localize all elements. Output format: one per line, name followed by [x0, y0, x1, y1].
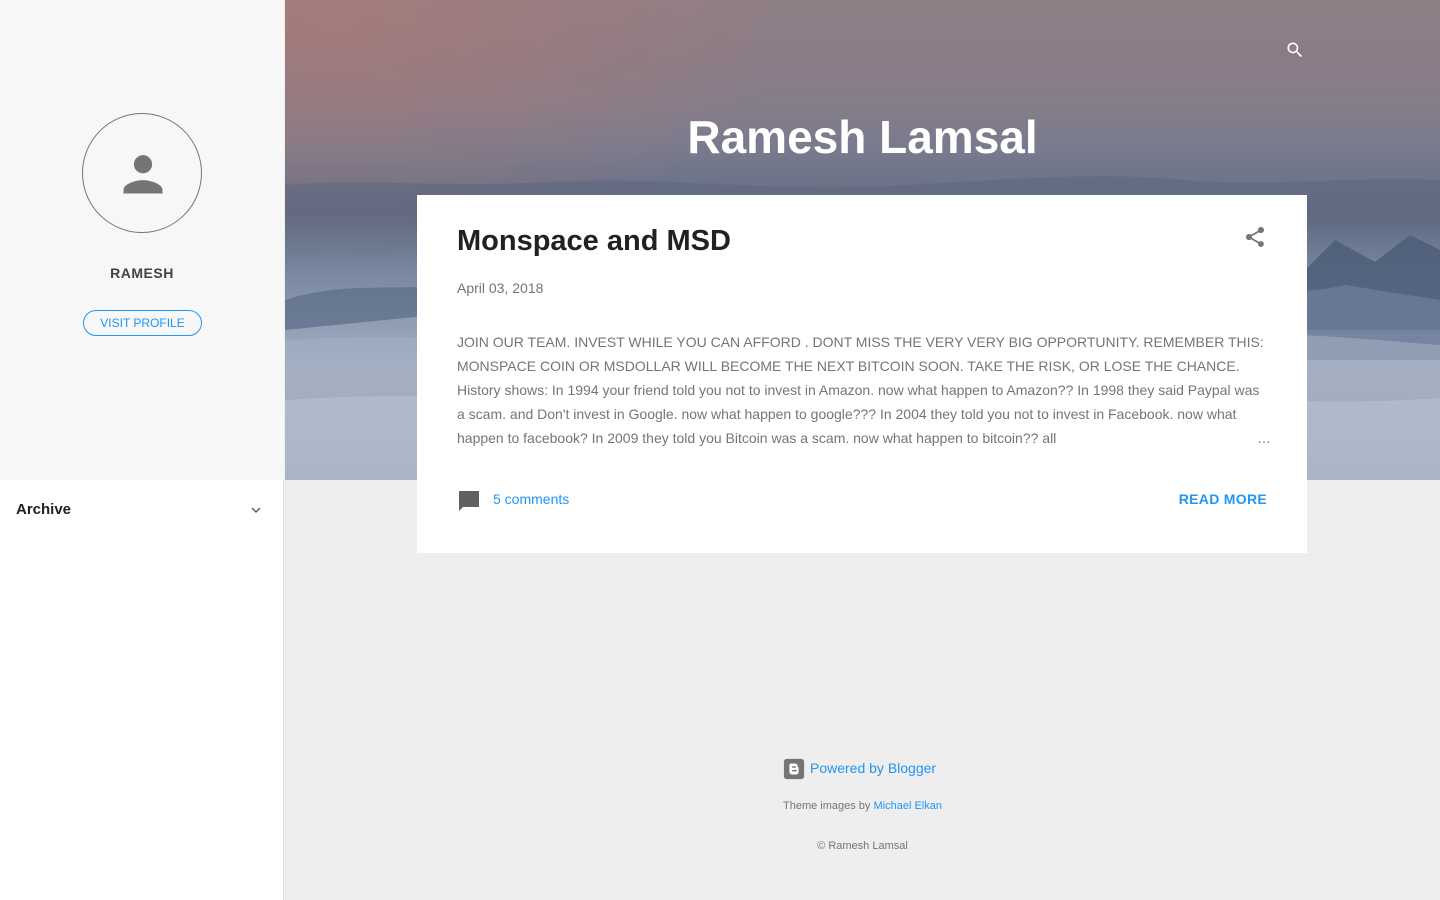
blog-title[interactable]: Ramesh Lamsal: [285, 110, 1440, 164]
person-icon: [123, 155, 163, 194]
profile-name[interactable]: RAMESH: [0, 265, 284, 281]
post-date[interactable]: April 03, 2018: [457, 280, 543, 296]
search-icon[interactable]: [1285, 40, 1305, 60]
post-card: Monspace and MSD April 03, 2018 JOIN OUR…: [417, 195, 1307, 553]
post-title[interactable]: Monspace and MSD: [457, 225, 731, 258]
theme-credit: Theme images by Michael Elkan: [285, 800, 1440, 812]
avatar[interactable]: [82, 113, 202, 233]
profile-section: RAMESH VISIT PROFILE: [0, 0, 284, 480]
archive-label: Archive: [16, 501, 72, 518]
visit-profile-button[interactable]: VISIT PROFILE: [83, 310, 202, 336]
read-more-link[interactable]: READ MORE: [1179, 491, 1267, 507]
snippet-ellipsis[interactable]: …: [1257, 426, 1271, 450]
blogger-icon[interactable]: [783, 758, 805, 780]
chevron-down-icon[interactable]: [247, 501, 265, 519]
powered-by-blogger-link[interactable]: Powered by Blogger: [810, 760, 936, 776]
share-icon[interactable]: [1243, 225, 1267, 249]
comment-icon[interactable]: [457, 489, 481, 513]
archive-widget[interactable]: Archive: [0, 480, 284, 540]
sidebar: RAMESH VISIT PROFILE Archive: [0, 0, 284, 900]
snippet-fade: [1157, 426, 1257, 450]
theme-author-link[interactable]: Michael Elkan: [874, 800, 942, 812]
post-snippet: JOIN OUR TEAM. INVEST WHILE YOU CAN AFFO…: [457, 334, 1264, 446]
theme-credit-prefix: Theme images by: [783, 800, 871, 812]
copyright: © Ramesh Lamsal: [817, 840, 908, 852]
comments-link[interactable]: 5 comments: [493, 491, 569, 507]
